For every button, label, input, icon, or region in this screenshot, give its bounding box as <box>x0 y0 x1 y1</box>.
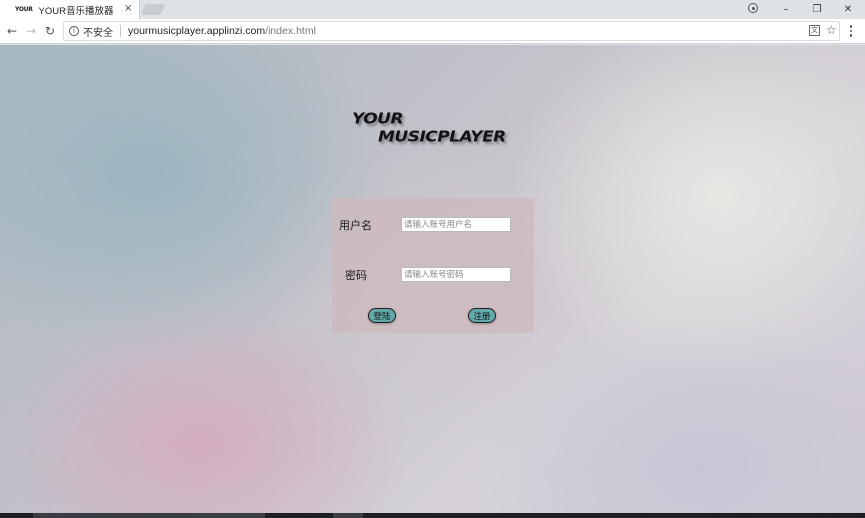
login-button[interactable]: 登陆 <box>368 308 396 323</box>
restore-button[interactable]: ❐ <box>802 0 832 19</box>
forward-button[interactable]: → <box>22 22 40 40</box>
bookmark-star-icon[interactable]: ☆ <box>826 23 837 37</box>
back-button[interactable]: ← <box>3 22 21 40</box>
login-panel: 用户名 密码 登陆 注册 <box>332 198 534 333</box>
password-label: 密码 <box>345 269 367 282</box>
register-button[interactable]: 注册 <box>468 308 496 323</box>
tab-strip: YOUR YOUR音乐播放器 × – ❐ ✕ <box>0 0 865 19</box>
profile-icon[interactable] <box>748 3 758 13</box>
site-logo: YOUR MUSICPLAYER <box>350 109 520 153</box>
tab-favicon-icon: YOUR <box>15 6 33 13</box>
browser-menu-icon[interactable] <box>846 23 856 39</box>
browser-tab[interactable]: YOUR YOUR音乐播放器 × <box>0 0 140 19</box>
logo-line-your: YOUR <box>352 110 404 128</box>
minimize-button[interactable]: – <box>771 0 801 19</box>
url-host: yourmusicplayer.applinzi.com <box>128 25 266 37</box>
tab-close-icon[interactable]: × <box>124 3 132 14</box>
url-path: /index.html <box>265 25 316 37</box>
username-input[interactable] <box>401 217 511 232</box>
browser-toolbar: ← → ↻ i 不安全 yourmusicplayer.applinzi.com… <box>0 19 865 44</box>
logo-line-musicplayer: MUSICPLAYER <box>378 128 506 146</box>
taskbar-segment <box>33 513 265 518</box>
address-bar[interactable]: i 不安全 yourmusicplayer.applinzi.com/index… <box>63 21 840 41</box>
page-viewport: YOUR MUSICPLAYER 用户名 密码 登陆 注册 <box>0 45 865 513</box>
taskbar-segment <box>333 513 363 518</box>
tab-title: YOUR音乐播放器 <box>38 5 114 17</box>
security-label[interactable]: 不安全 <box>83 24 113 39</box>
site-info-icon[interactable]: i <box>69 26 79 36</box>
omnibox-divider <box>120 25 121 37</box>
taskbar-strip <box>0 513 865 518</box>
close-window-button[interactable]: ✕ <box>833 0 863 19</box>
translate-icon[interactable]: 文 <box>809 25 820 36</box>
new-tab-button[interactable] <box>140 4 166 15</box>
username-label: 用户名 <box>339 219 372 232</box>
reload-button[interactable]: ↻ <box>41 22 59 40</box>
password-input[interactable] <box>401 267 511 282</box>
